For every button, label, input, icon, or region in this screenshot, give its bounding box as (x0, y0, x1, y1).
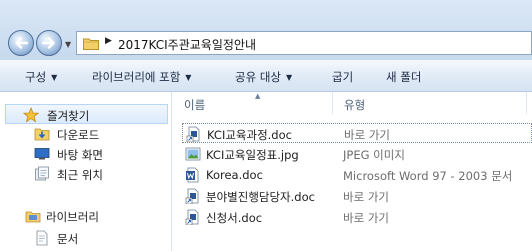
file-row[interactable]: KCI교육과정.doc 바로 가기 (182, 123, 532, 143)
file-row[interactable]: KCI교육일정표.jpg JPEG 이미지 (182, 144, 532, 164)
file-row[interactable]: Korea.doc Microsoft Word 97 - 2003 문서 (182, 165, 532, 185)
forward-button[interactable] (36, 30, 62, 56)
file-name: Korea.doc (206, 168, 263, 182)
shortcut-doc-icon (185, 188, 199, 204)
libraries-icon (25, 211, 41, 223)
word-doc-icon (186, 167, 199, 183)
navigation-pane: 즐겨찾기 다운로드 바탕 화면 최근 위치 라이브러리 문서 (0, 92, 172, 251)
nav-label-libraries: 라이브러리 (46, 210, 99, 224)
file-type: 바로 가기 (344, 128, 390, 142)
file-type: 바로 가기 (343, 211, 389, 225)
desktop-icon (34, 148, 50, 160)
nav-label-desktop: 바탕 화면 (57, 148, 103, 162)
command-toolbar: 구성 ▼ 라이브러리에 포함 ▼ 공유 대상 ▼ 굽기 새 폴더 (0, 60, 532, 92)
organize-label: 구성 (25, 70, 47, 84)
file-row[interactable]: 분야별진행담당자.doc 바로 가기 (182, 186, 532, 206)
new-folder-button[interactable]: 새 폴더 (386, 69, 421, 85)
nav-label-documents: 문서 (57, 232, 79, 246)
burn-button[interactable]: 굽기 (332, 69, 353, 85)
file-row[interactable]: 신청서.doc 바로 가기 (182, 207, 532, 227)
file-name: 신청서.doc (206, 211, 263, 225)
chevron-down-icon: ▼ (285, 73, 293, 82)
downloads-folder-icon (34, 128, 50, 141)
nav-item-desktop[interactable]: 바탕 화면 (0, 144, 171, 164)
file-name: KCI교육과정.doc (207, 128, 292, 142)
share-with-label: 공유 대상 (235, 70, 281, 84)
nav-label-downloads: 다운로드 (57, 128, 100, 142)
folder-icon (83, 38, 99, 50)
file-list-pane: ▲ 이름 유형 KCI교육과정.doc 바로 가기 KCI교육일정표.jpg J… (172, 92, 532, 251)
file-type: 바로 가기 (343, 190, 389, 204)
share-with-button[interactable]: 공유 대상 ▼ (235, 69, 292, 85)
nav-item-libraries[interactable]: 라이브러리 (0, 206, 171, 226)
file-name: KCI교육일정표.jpg (206, 148, 299, 162)
documents-icon (36, 230, 48, 246)
sort-ascending-icon: ▲ (255, 92, 261, 100)
file-name: 분야별진행담당자.doc (206, 190, 315, 204)
nav-item-favorites[interactable]: 즐겨찾기 (5, 104, 168, 124)
breadcrumb-chevron-icon[interactable]: ▶ (105, 36, 112, 46)
organize-menu-button[interactable]: 구성 ▼ (25, 69, 57, 85)
nav-label-recent-places: 최근 위치 (57, 168, 103, 182)
column-header-name[interactable]: 이름 (184, 97, 205, 113)
image-icon (185, 147, 201, 161)
column-divider[interactable] (526, 92, 527, 114)
include-in-library-button[interactable]: 라이브러리에 포함 ▼ (92, 69, 191, 85)
back-button[interactable] (8, 30, 34, 56)
recent-pages-dropdown[interactable]: ▼ (65, 40, 71, 49)
nav-item-downloads[interactable]: 다운로드 (0, 124, 171, 144)
column-header-type[interactable]: 유형 (344, 97, 365, 113)
shortcut-doc-icon (186, 126, 200, 142)
column-divider[interactable] (332, 92, 333, 114)
shortcut-doc-icon (185, 209, 199, 225)
file-type: JPEG 이미지 (343, 148, 405, 162)
file-type: Microsoft Word 97 - 2003 문서 (343, 169, 513, 183)
address-field[interactable]: ▶ 2017KCI주관교육일정안내 (76, 31, 532, 55)
address-bar-area: ▼ ▶ 2017KCI주관교육일정안내 (0, 0, 532, 60)
star-icon (23, 107, 39, 123)
chevron-down-icon: ▼ (51, 73, 58, 82)
include-in-library-label: 라이브러리에 포함 (92, 70, 181, 84)
nav-label-favorites: 즐겨찾기 (47, 109, 90, 123)
recent-places-icon (35, 166, 49, 181)
chevron-down-icon: ▼ (185, 73, 192, 82)
forward-arrow-icon (42, 37, 55, 49)
nav-item-documents[interactable]: 문서 (0, 228, 171, 248)
back-arrow-icon (15, 37, 28, 49)
breadcrumb-current-folder[interactable]: 2017KCI주관교육일정안내 (118, 36, 256, 53)
nav-item-recent-places[interactable]: 최근 위치 (0, 164, 171, 184)
